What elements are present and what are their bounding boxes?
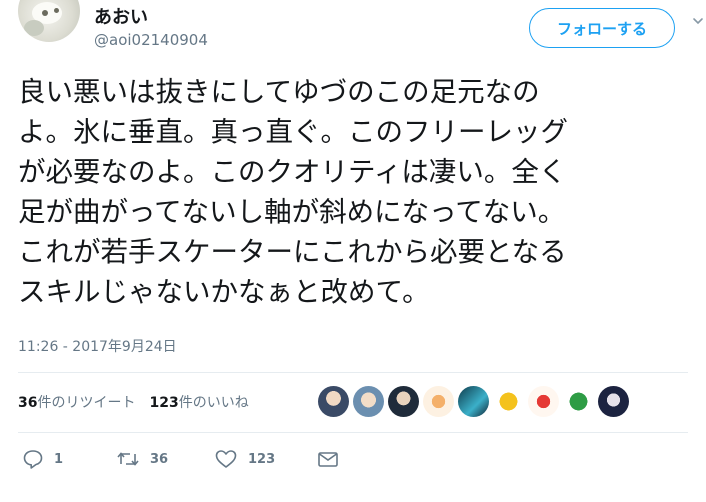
liker-avatar[interactable] xyxy=(563,386,594,417)
display-name[interactable]: あおい xyxy=(94,3,148,29)
like-button[interactable]: 123 xyxy=(214,448,316,470)
tweet-text-line: 足が曲がってないし軸が斜めになってない。 xyxy=(18,196,566,228)
like-stat[interactable]: 123件のいいね xyxy=(149,392,248,412)
retweet-icon xyxy=(117,452,139,466)
like-stat-count: 123 xyxy=(149,395,179,411)
reply-button[interactable]: 1 xyxy=(22,448,116,470)
liker-avatar[interactable] xyxy=(388,386,419,417)
reply-icon xyxy=(23,450,43,469)
tweet-text-line: が必要なのよ。このクオリティは凄い。全く xyxy=(18,156,567,188)
tweet-text-line: これが若手スケーターにこれから必要となる xyxy=(18,236,567,268)
retweet-stat-label: 件のリツイート xyxy=(37,395,136,411)
liker-avatars xyxy=(318,386,629,417)
heart-icon xyxy=(215,450,237,468)
liker-avatar[interactable] xyxy=(528,386,559,417)
message-button[interactable] xyxy=(316,448,340,470)
like-stat-label: 件のいいね xyxy=(178,395,249,411)
message-icon xyxy=(318,452,338,467)
tweet-text-line: 良い悪いは抜きにしてゆづのこの足元なの xyxy=(18,76,540,108)
liker-avatar[interactable] xyxy=(598,386,629,417)
tweet-text-line: よ。氷に垂直。真っ直ぐ。このフリーレッグ xyxy=(18,116,568,148)
liker-avatar[interactable] xyxy=(353,386,384,417)
avatar[interactable] xyxy=(18,0,80,42)
divider xyxy=(18,372,688,373)
action-bar: 1 36 123 xyxy=(22,448,340,470)
timestamp[interactable]: 11:26 - 2017年9月24日 xyxy=(18,336,177,356)
liker-avatar[interactable] xyxy=(493,386,524,417)
retweet-button[interactable]: 36 xyxy=(116,448,214,470)
like-count: 123 xyxy=(248,451,276,467)
screen-name[interactable]: @aoi02140904 xyxy=(94,31,208,49)
follow-button[interactable]: フォローする xyxy=(529,8,675,48)
tweet-card: あおい @aoi02140904 フォローする 良い悪いは抜きにしてゆづのこの足… xyxy=(0,0,706,502)
liker-avatar[interactable] xyxy=(458,386,489,417)
tweet-text-line: スキルじゃないかなぁと改めて。 xyxy=(18,276,430,308)
retweet-count: 36 xyxy=(150,451,169,467)
liker-avatar[interactable] xyxy=(423,386,454,417)
caret-down-icon[interactable] xyxy=(691,14,705,28)
tweet-text: 良い悪いは抜きにしてゆづのこの足元なの よ。氷に垂直。真っ直ぐ。このフリーレッグ… xyxy=(18,72,706,312)
liker-avatar[interactable] xyxy=(318,386,349,417)
retweet-stat-count: 36 xyxy=(18,395,38,411)
retweet-stat[interactable]: 36件のリツイート xyxy=(18,392,135,412)
tweet-stats: 36件のリツイート 123件のいいね xyxy=(18,392,249,412)
divider xyxy=(18,432,688,433)
reply-count: 1 xyxy=(54,451,64,467)
